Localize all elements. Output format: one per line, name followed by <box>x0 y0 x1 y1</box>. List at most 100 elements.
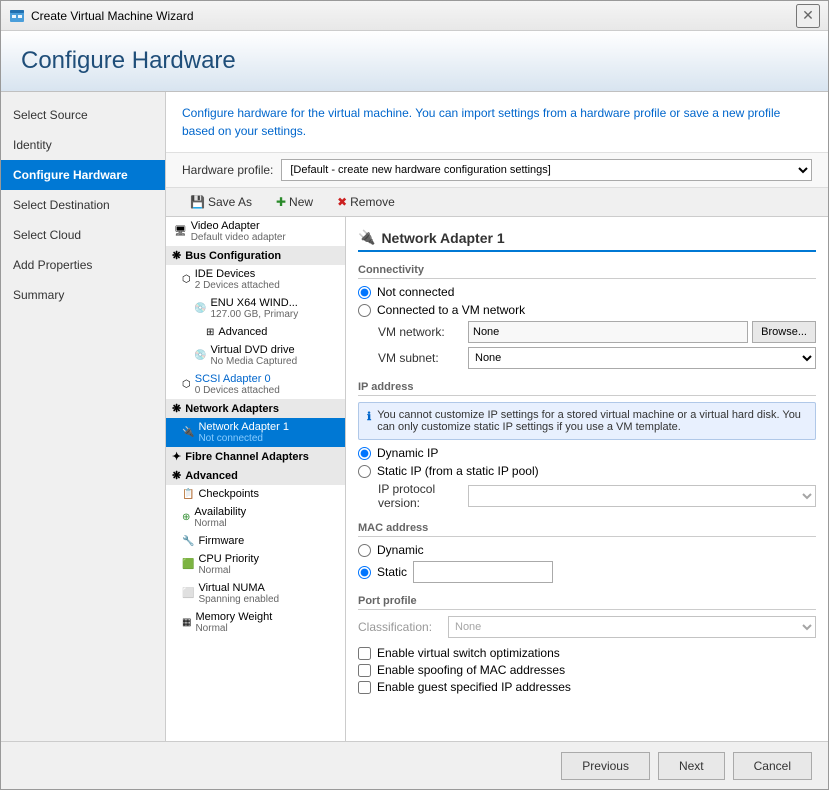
cancel-button[interactable]: Cancel <box>733 752 812 780</box>
virtual-switch-label: Enable virtual switch optimizations <box>377 646 560 660</box>
advanced-item-icon: ⊞ <box>206 327 214 338</box>
new-button[interactable]: ✚ New <box>268 192 321 212</box>
mac-static-input[interactable] <box>413 561 553 583</box>
previous-button[interactable]: Previous <box>561 752 650 780</box>
sidebar-item-select-source[interactable]: Select Source <box>1 100 165 130</box>
static-ip-radio[interactable] <box>358 465 371 478</box>
title-bar: Create Virtual Machine Wizard ✕ <box>1 1 828 31</box>
connected-vm-radio[interactable] <box>358 304 371 317</box>
ip-protocol-select[interactable] <box>468 485 816 507</box>
tree-item-advanced[interactable]: ⊞ Advanced <box>166 323 345 341</box>
bus-section-label: Bus Configuration <box>185 250 281 262</box>
hardware-profile-select[interactable]: [Default - create new hardware configura… <box>281 159 812 181</box>
scsi-label: SCSI Adapter 0 <box>195 373 271 385</box>
detail-panel: 🔌 Network Adapter 1 Connectivity Not con… <box>346 217 828 741</box>
classification-row: Classification: None <box>358 616 816 638</box>
numa-label: Virtual NUMA <box>198 582 264 594</box>
mac-static-row: Static <box>358 561 816 583</box>
dynamic-ip-row: Dynamic IP <box>358 446 816 460</box>
network-section-label: Network Adapters <box>185 403 279 415</box>
checkpoints-icon: 📋 <box>182 489 194 500</box>
main-content: Select Source Identity Configure Hardwar… <box>1 92 828 741</box>
detail-network-icon: 🔌 <box>358 229 375 246</box>
save-as-button[interactable]: 💾 Save As <box>182 192 260 212</box>
checkpoints-label: Checkpoints <box>198 488 259 500</box>
bus-expand-icon: ❋ <box>172 249 181 262</box>
ip-protocol-label: IP protocol version: <box>378 482 468 510</box>
checkbox-mac-spoofing: Enable spoofing of MAC addresses <box>358 663 816 677</box>
next-button[interactable]: Next <box>658 752 725 780</box>
not-connected-row: Not connected <box>358 285 816 299</box>
description-text: Configure hardware for the virtual machi… <box>166 92 828 153</box>
sidebar-item-summary[interactable]: Summary <box>1 280 165 310</box>
profile-row: Hardware profile: [Default - create new … <box>166 153 828 188</box>
cpu-label: CPU Priority <box>198 553 259 565</box>
vm-network-input[interactable] <box>468 321 748 343</box>
tree-item-ide[interactable]: ⬡ IDE Devices 2 Devices attached <box>166 265 345 294</box>
classification-label: Classification: <box>358 620 448 634</box>
scsi-icon: ⬡ <box>182 379 191 390</box>
remove-label: Remove <box>350 195 395 209</box>
mac-spoofing-checkbox[interactable] <box>358 664 371 677</box>
tree-item-network-adapter1[interactable]: 🔌 Network Adapter 1 Not connected <box>166 418 345 447</box>
video-adapter-sub: Default video adapter <box>191 232 286 243</box>
virtual-switch-checkbox[interactable] <box>358 647 371 660</box>
detail-header: 🔌 Network Adapter 1 <box>358 229 816 252</box>
mac-dynamic-radio[interactable] <box>358 544 371 557</box>
tree-section-network: ❋ Network Adapters <box>166 399 345 418</box>
page-title: Configure Hardware <box>21 47 808 75</box>
network-adapter-sub: Not connected <box>198 433 289 444</box>
panels-container: 🖥 Video Adapter Default video adapter ❋ … <box>166 217 828 741</box>
mac-static-radio[interactable] <box>358 566 371 579</box>
tree-item-disk[interactable]: 💿 ENU X64 WIND... 127.00 GB, Primary <box>166 294 345 323</box>
checkbox-guest-ip: Enable guest specified IP addresses <box>358 680 816 694</box>
dynamic-ip-radio[interactable] <box>358 447 371 460</box>
browse-button[interactable]: Browse... <box>752 321 816 343</box>
memory-sub: Normal <box>195 623 272 634</box>
save-as-label: Save As <box>208 195 252 209</box>
availability-icon: ⊕ <box>182 512 190 523</box>
tree-item-video-adapter[interactable]: 🖥 Video Adapter Default video adapter <box>166 217 345 246</box>
sidebar-item-identity[interactable]: Identity <box>1 130 165 160</box>
numa-icon: ⬜ <box>182 588 194 599</box>
tree-item-availability[interactable]: ⊕ Availability Normal <box>166 503 345 532</box>
ip-info-box: ℹ You cannot customize IP settings for a… <box>358 402 816 440</box>
ip-address-section: IP address <box>358 381 816 396</box>
guest-ip-checkbox[interactable] <box>358 681 371 694</box>
classification-select[interactable]: None <box>448 616 816 638</box>
close-button[interactable]: ✕ <box>796 4 820 28</box>
guest-ip-label: Enable guest specified IP addresses <box>377 680 571 694</box>
tree-item-cpu-priority[interactable]: 🟩 CPU Priority Normal <box>166 550 345 579</box>
window-title: Create Virtual Machine Wizard <box>31 9 796 23</box>
fibre-section-icon: ✦ <box>172 450 181 463</box>
tree-item-checkpoints[interactable]: 📋 Checkpoints <box>166 485 345 503</box>
tree-section-advanced: ❋ Advanced <box>166 466 345 485</box>
tree-item-memory-weight[interactable]: ▦ Memory Weight Normal <box>166 608 345 637</box>
memory-label: Memory Weight <box>195 611 272 623</box>
cpu-sub: Normal <box>198 565 259 576</box>
memory-icon: ▦ <box>182 617 191 628</box>
sidebar: Select Source Identity Configure Hardwar… <box>1 92 166 741</box>
network-adapter-icon: 🔌 <box>182 427 194 438</box>
not-connected-label: Not connected <box>377 285 454 299</box>
tree-item-firmware[interactable]: 🔧 Firmware <box>166 532 345 550</box>
vm-subnet-select[interactable]: None <box>468 347 816 369</box>
ide-label: IDE Devices <box>195 268 256 280</box>
sidebar-item-select-cloud[interactable]: Select Cloud <box>1 220 165 250</box>
disk-sub: 127.00 GB, Primary <box>210 309 298 320</box>
firmware-icon: 🔧 <box>182 536 194 547</box>
wizard-footer: Previous Next Cancel <box>1 741 828 789</box>
not-connected-radio[interactable] <box>358 286 371 299</box>
sidebar-item-add-properties[interactable]: Add Properties <box>1 250 165 280</box>
profile-label: Hardware profile: <box>182 163 273 177</box>
sidebar-item-configure-hardware[interactable]: Configure Hardware <box>1 160 165 190</box>
remove-button[interactable]: ✖ Remove <box>329 192 403 212</box>
checkbox-virtual-switch: Enable virtual switch optimizations <box>358 646 816 660</box>
cpu-icon: 🟩 <box>182 559 194 570</box>
tree-item-virtual-numa[interactable]: ⬜ Virtual NUMA Spanning enabled <box>166 579 345 608</box>
advanced-section-icon: ❋ <box>172 469 181 482</box>
tree-item-dvd[interactable]: 💿 Virtual DVD drive No Media Captured <box>166 341 345 370</box>
sidebar-item-select-destination[interactable]: Select Destination <box>1 190 165 220</box>
firmware-label: Firmware <box>198 535 244 547</box>
tree-item-scsi[interactable]: ⬡ SCSI Adapter 0 0 Devices attached <box>166 370 345 399</box>
